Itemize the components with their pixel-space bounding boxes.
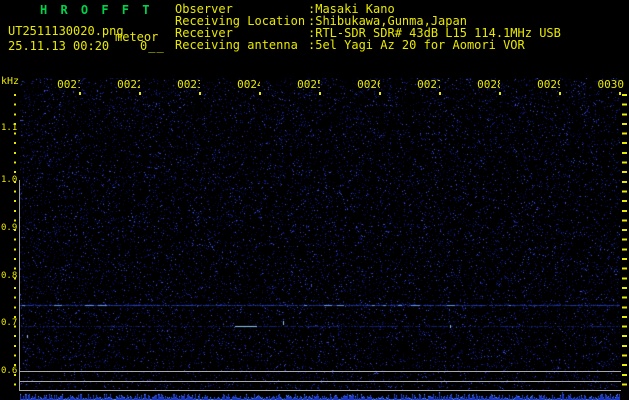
receiving-antenna-label: Receiving antenna — [175, 38, 298, 52]
y-axis-label: 1.1 — [1, 123, 18, 133]
x-axis-label: 0025 — [297, 78, 320, 91]
y-axis-label: 0.8 — [1, 271, 18, 281]
minute-tick — [79, 92, 81, 95]
y-axis-label: 0.7 — [1, 318, 18, 328]
frame-vertical-line — [19, 180, 20, 391]
frame-horizontal-line-1 — [19, 371, 621, 372]
minute-tick — [499, 92, 501, 95]
frame-horizontal-line-2 — [19, 381, 621, 382]
x-axis-label: 0022 — [117, 78, 140, 91]
x-axis-label: 0027 — [417, 78, 440, 91]
minute-tick — [139, 92, 141, 95]
y-axis-tick-column-left — [14, 94, 16, 393]
y-axis-label: 0.9 — [1, 223, 18, 233]
x-axis-label: 0028 — [477, 78, 500, 91]
minute-tick — [439, 92, 441, 95]
y-axis-unit: kHz — [1, 76, 20, 87]
output-filename: UT2511130020.png — [8, 24, 124, 38]
frame-horizontal-line-3 — [19, 390, 621, 391]
y-axis-label: 1.0 — [1, 175, 18, 185]
x-axis-label: 0030 — [597, 78, 625, 91]
hrofft-screen: H R O F F T UT2511130020.png meteor 25.1… — [0, 0, 629, 400]
minute-tick — [559, 92, 561, 95]
minute-tick — [259, 92, 261, 95]
app-title: H R O F F T — [40, 3, 153, 17]
x-axis-label: 0024 — [237, 78, 260, 91]
y-axis-tick-column-right — [622, 94, 627, 393]
timestamp: 25.11.13 00:20 — [8, 39, 110, 53]
echo-counter: 0__ — [140, 39, 165, 53]
x-axis-label: 0026 — [357, 78, 380, 91]
y-axis-label: 0.6 — [1, 366, 18, 376]
minute-tick — [199, 92, 201, 95]
spectrogram-canvas — [20, 78, 620, 390]
x-axis-label: 0029 — [537, 78, 560, 91]
minute-tick — [619, 92, 621, 95]
x-axis-label: 0023 — [177, 78, 200, 91]
minute-tick — [319, 92, 321, 95]
receiving-antenna-value: :5el Yagi Az 20 for Aomori VOR — [308, 38, 525, 52]
minute-tick — [379, 92, 381, 95]
power-graph-canvas — [20, 391, 620, 400]
x-axis-label: 0021 — [57, 78, 80, 91]
